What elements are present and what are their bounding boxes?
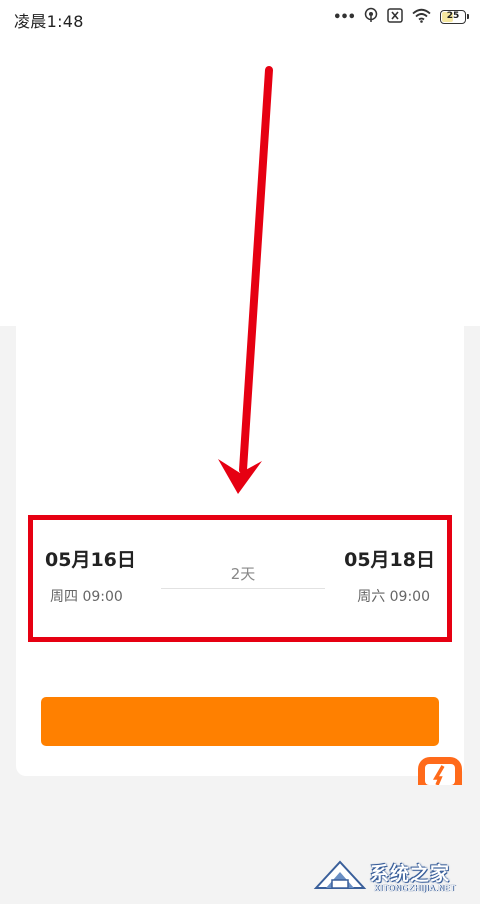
battery-level: 25	[446, 11, 460, 21]
watermark: 系统之家 XITONGZHIJIA.NET	[312, 858, 474, 896]
watermark-url: XITONGZHIJIA.NET	[374, 884, 456, 893]
watermark-logo-icon	[313, 860, 367, 889]
watermark-brand: 系统之家	[370, 863, 451, 885]
red-arrow-annotation	[218, 66, 273, 494]
